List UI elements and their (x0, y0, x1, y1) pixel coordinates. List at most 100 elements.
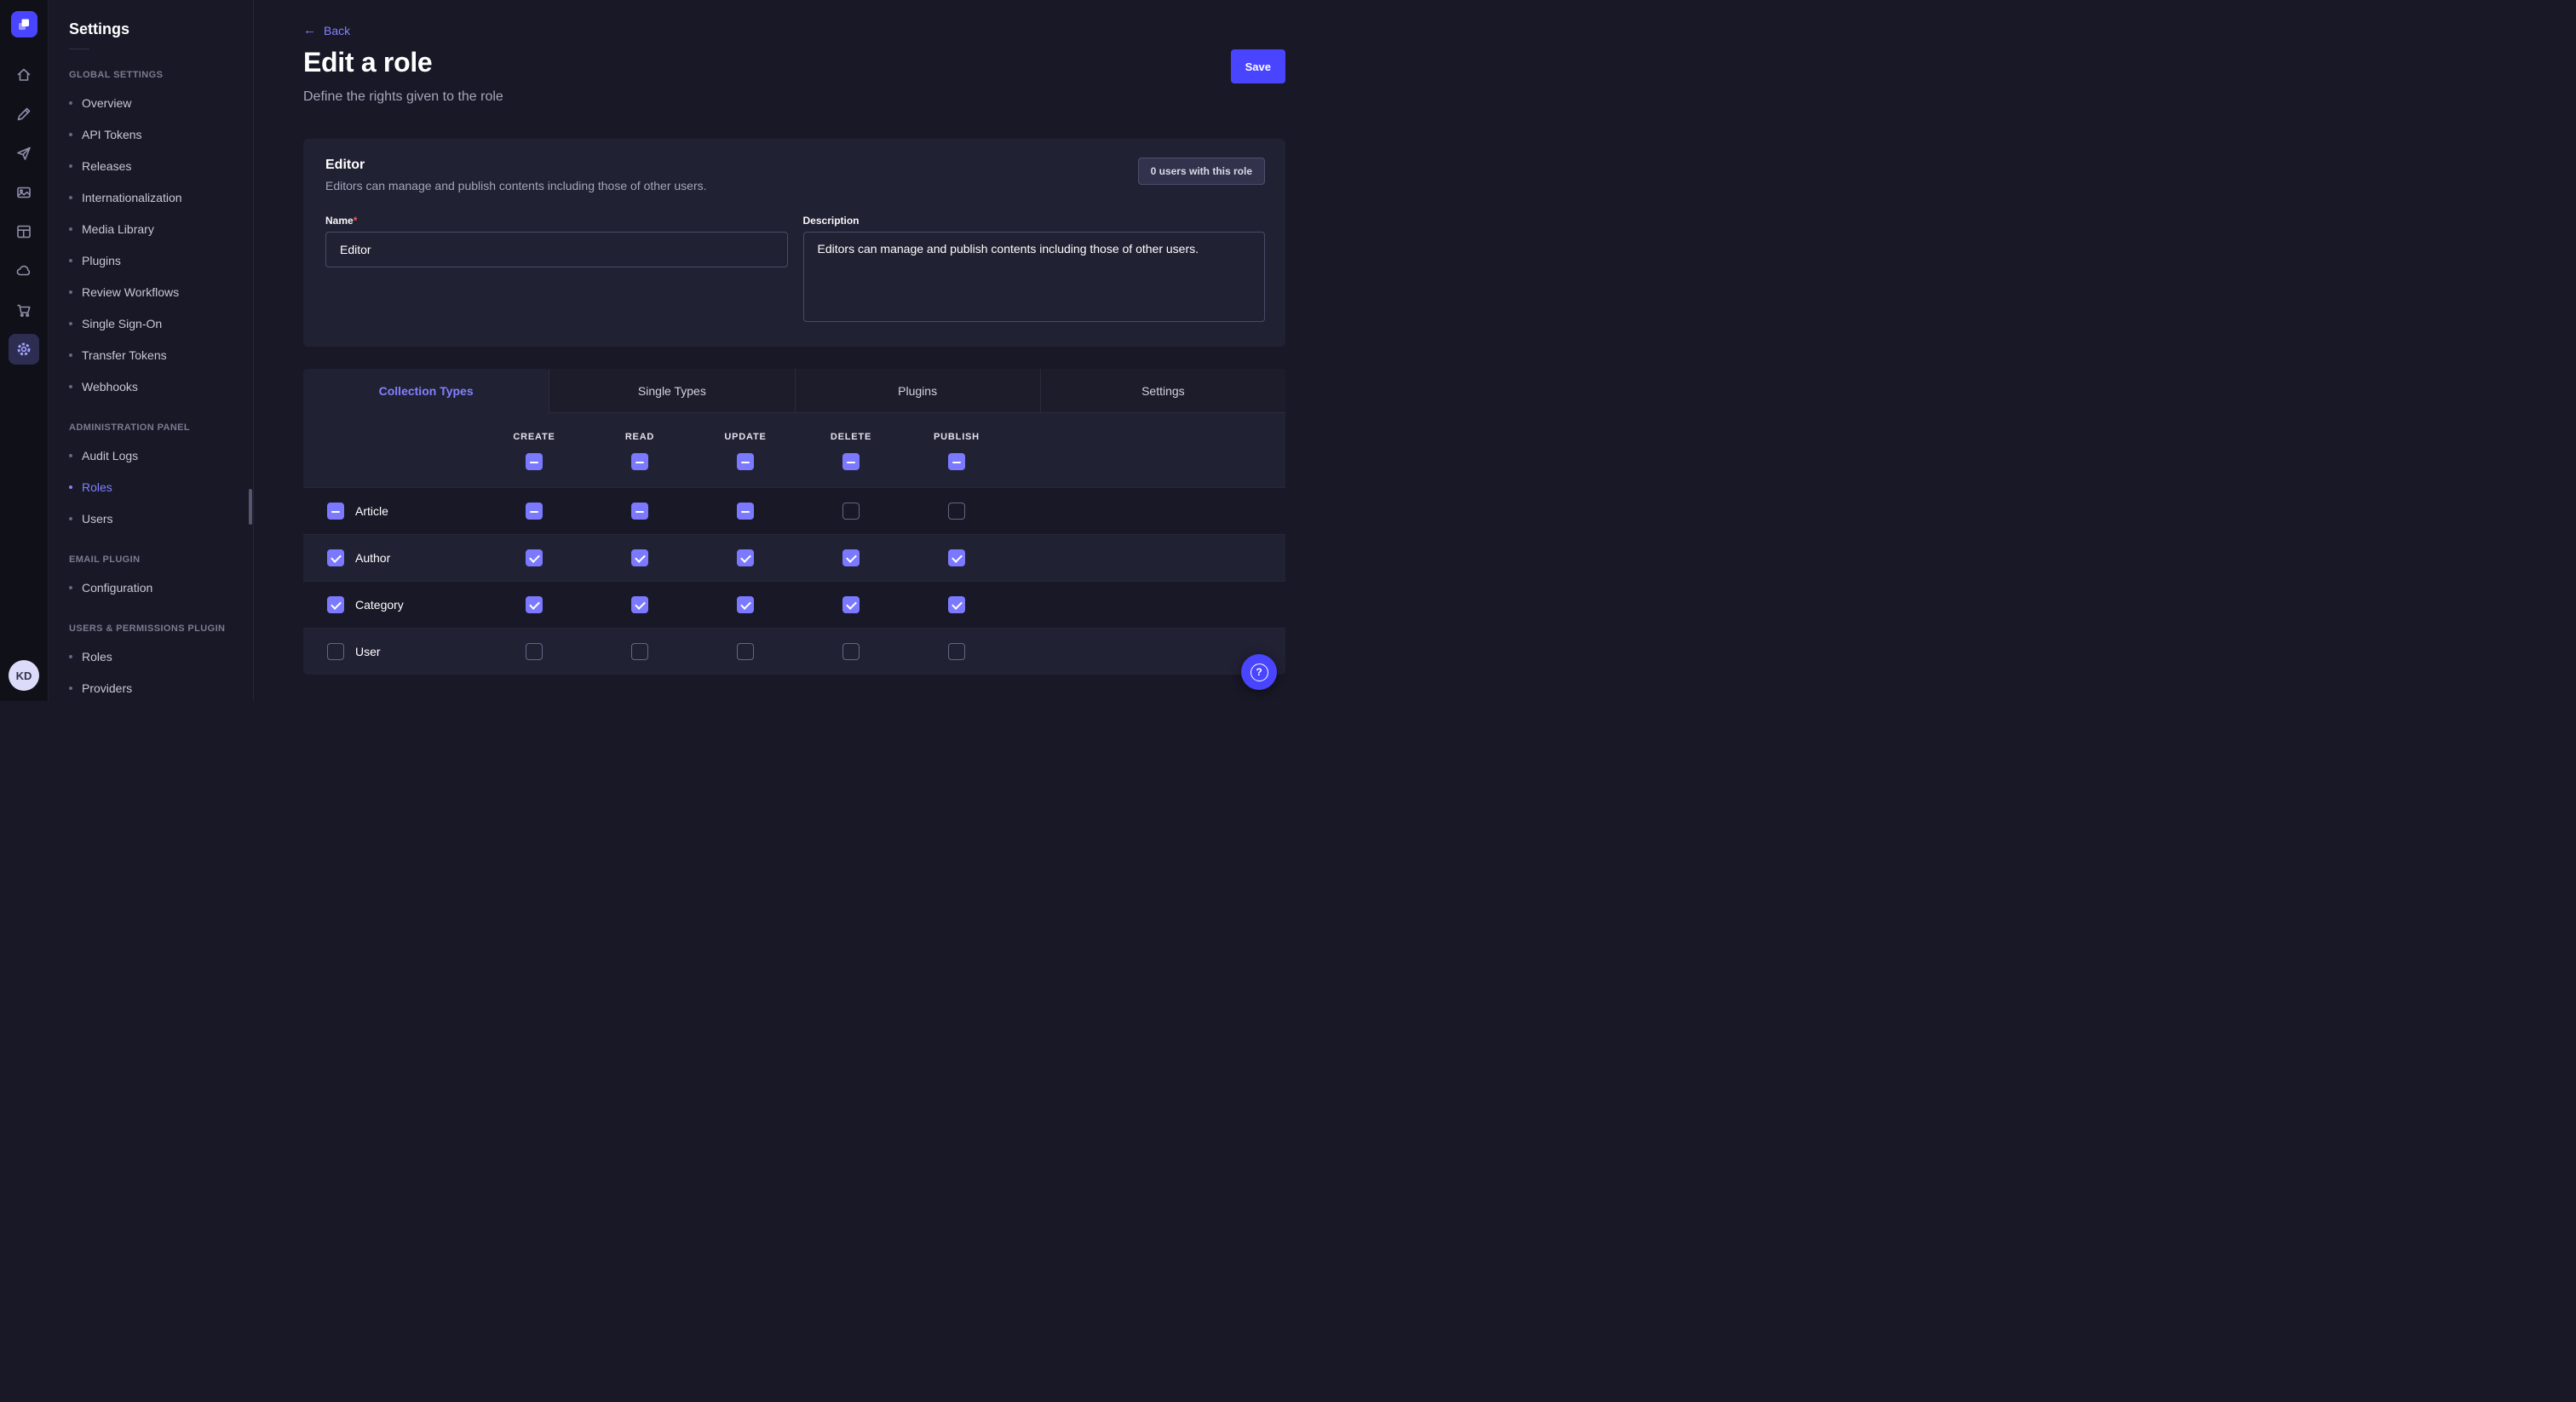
email-plugin-list: Configuration (69, 572, 233, 603)
permission-row-user: User (303, 628, 1285, 675)
section-label-administration-panel: ADMINISTRATION PANEL (69, 422, 233, 433)
cart-icon (15, 302, 32, 319)
sidebar-item-label: Webhooks (82, 380, 138, 394)
bullet-icon (69, 454, 72, 457)
help-button[interactable]: ? (1241, 654, 1277, 690)
sidebar-item-plugins[interactable]: Plugins (69, 244, 233, 276)
category-row-checkbox[interactable] (327, 596, 344, 613)
sidebar-item-internationalization[interactable]: Internationalization (69, 181, 233, 213)
category-publish-checkbox[interactable] (948, 596, 965, 613)
bullet-icon (69, 517, 72, 520)
bullet-icon (69, 385, 72, 388)
category-delete-checkbox[interactable] (842, 596, 860, 613)
article-delete-checkbox[interactable] (842, 503, 860, 520)
author-update-checkbox[interactable] (737, 549, 754, 566)
bullet-icon (69, 486, 72, 489)
select-all-publish-checkbox[interactable] (948, 453, 965, 470)
back-link[interactable]: ← Back (303, 24, 350, 37)
nav-content-manager-button[interactable] (9, 216, 39, 247)
user-update-checkbox[interactable] (737, 643, 754, 660)
sidebar-item-api-tokens[interactable]: API Tokens (69, 118, 233, 150)
sidebar-item-label: Media Library (82, 222, 154, 236)
sidebar-item-webhooks[interactable]: Webhooks (69, 371, 233, 402)
permissions-rows: Article Author (303, 487, 1285, 675)
author-row-checkbox[interactable] (327, 549, 344, 566)
user-create-checkbox[interactable] (526, 643, 543, 660)
save-button[interactable]: Save (1231, 49, 1285, 83)
sidebar-item-users[interactable]: Users (69, 503, 233, 534)
select-all-update-checkbox[interactable] (737, 453, 754, 470)
author-delete-checkbox[interactable] (842, 549, 860, 566)
sidebar-item-releases[interactable]: Releases (69, 150, 233, 181)
users-with-role-badge[interactable]: 0 users with this role (1138, 158, 1265, 185)
sidebar-item-single-sign-on[interactable]: Single Sign-On (69, 307, 233, 339)
sidebar-item-audit-logs[interactable]: Audit Logs (69, 440, 233, 471)
bullet-icon (69, 353, 72, 357)
nav-settings-button[interactable] (9, 334, 39, 365)
article-row-checkbox[interactable] (327, 503, 344, 520)
tab-settings[interactable]: Settings (1040, 369, 1285, 413)
nav-home-button[interactable] (9, 60, 39, 90)
nav-content-builder-button[interactable] (9, 99, 39, 129)
tab-plugins[interactable]: Plugins (795, 369, 1040, 413)
tab-single-types[interactable]: Single Types (549, 369, 794, 413)
author-create-checkbox[interactable] (526, 549, 543, 566)
category-read-checkbox[interactable] (631, 596, 648, 613)
sidebar-item-review-workflows[interactable]: Review Workflows (69, 276, 233, 307)
sidebar-item-up-providers[interactable]: Providers (69, 672, 233, 701)
strapi-logo-icon (15, 16, 32, 33)
rail-icon-nav (9, 60, 39, 365)
category-create-checkbox[interactable] (526, 596, 543, 613)
sidebar-item-label: Overview (82, 96, 131, 110)
sidebar-item-transfer-tokens[interactable]: Transfer Tokens (69, 339, 233, 371)
sidebar-item-label: Plugins (82, 254, 121, 267)
tab-collection-types[interactable]: Collection Types (303, 369, 549, 413)
sidebar-item-overview[interactable]: Overview (69, 87, 233, 118)
role-name-input[interactable] (325, 232, 788, 267)
sidebar-item-label: Users (82, 512, 113, 526)
author-publish-checkbox[interactable] (948, 549, 965, 566)
nav-deploy-button[interactable] (9, 138, 39, 169)
row-label: Article (355, 504, 388, 518)
nav-marketplace-button[interactable] (9, 295, 39, 325)
strapi-logo[interactable] (11, 11, 37, 37)
user-publish-checkbox[interactable] (948, 643, 965, 660)
column-label: PUBLISH (934, 432, 980, 442)
role-description-input[interactable]: Editors can manage and publish contents … (803, 232, 1266, 322)
user-delete-checkbox[interactable] (842, 643, 860, 660)
category-update-checkbox[interactable] (737, 596, 754, 613)
sidebar-item-configuration[interactable]: Configuration (69, 572, 233, 603)
article-update-checkbox[interactable] (737, 503, 754, 520)
sidebar-item-label: API Tokens (82, 128, 142, 141)
main-content: ← Back Edit a role Save Define the right… (254, 0, 1288, 701)
sidebar-item-media-library[interactable]: Media Library (69, 213, 233, 244)
settings-sidebar: Settings GLOBAL SETTINGS Overview API To… (49, 0, 254, 701)
layout-icon (15, 223, 32, 240)
select-all-read-checkbox[interactable] (631, 453, 648, 470)
select-all-create-checkbox[interactable] (526, 453, 543, 470)
role-name-heading: Editor (325, 158, 707, 173)
author-read-checkbox[interactable] (631, 549, 648, 566)
article-create-checkbox[interactable] (526, 503, 543, 520)
permission-row-author: Author (303, 534, 1285, 581)
sidebar-item-label: Single Sign-On (82, 317, 162, 330)
section-label-email-plugin: EMAIL PLUGIN (69, 554, 233, 565)
home-icon (15, 66, 32, 83)
description-field: Description Editors can manage and publi… (803, 215, 1266, 326)
user-avatar[interactable]: KD (9, 660, 39, 691)
select-all-delete-checkbox[interactable] (842, 453, 860, 470)
app-root: KD Settings GLOBAL SETTINGS Overview API… (0, 0, 1288, 701)
description-field-label: Description (803, 215, 1266, 227)
sidebar-scrollbar-thumb[interactable] (249, 489, 252, 525)
article-read-checkbox[interactable] (631, 503, 648, 520)
bullet-icon (69, 687, 72, 690)
sidebar-item-roles[interactable]: Roles (69, 471, 233, 503)
sidebar-item-label: Releases (82, 159, 131, 173)
nav-cloud-button[interactable] (9, 256, 39, 286)
article-publish-checkbox[interactable] (948, 503, 965, 520)
sidebar-item-up-roles[interactable]: Roles (69, 641, 233, 672)
nav-media-library-button[interactable] (9, 177, 39, 208)
user-row-checkbox[interactable] (327, 643, 344, 660)
user-read-checkbox[interactable] (631, 643, 648, 660)
sidebar-item-label: Providers (82, 681, 132, 695)
